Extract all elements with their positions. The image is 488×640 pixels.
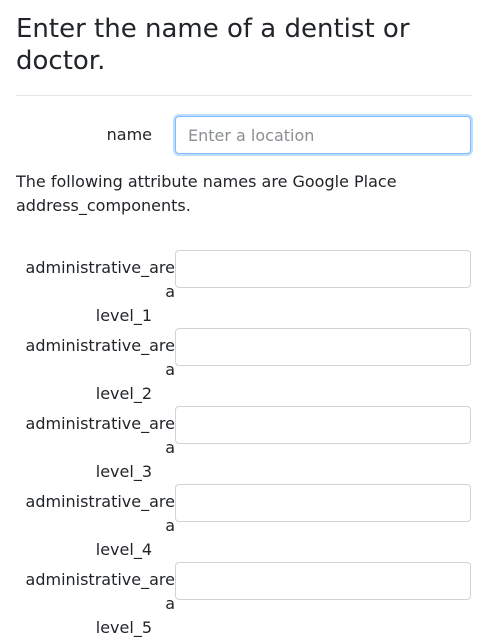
administrative-area-level-5-input[interactable] <box>175 562 471 600</box>
address-row-level-2: administrative_area level_2 <box>16 328 472 403</box>
address-label-part: administrative_area <box>25 414 175 457</box>
address-label-level-5: administrative_area level_5 <box>16 568 175 640</box>
address-label-level-1: administrative_area level_1 <box>16 256 175 328</box>
address-label-part: level_4 <box>95 540 152 559</box>
address-label-part: level_3 <box>95 462 152 481</box>
name-label: name <box>106 125 152 144</box>
administrative-area-level-1-input[interactable] <box>175 250 471 288</box>
address-label-level-2: administrative_area level_2 <box>16 334 175 406</box>
address-label-part: administrative_area <box>25 492 175 535</box>
administrative-area-level-3-input[interactable] <box>175 406 471 444</box>
page-title: Enter the name of a dentist or doctor. <box>16 14 410 76</box>
name-row: name <box>16 116 472 154</box>
address-label-part: administrative_area <box>25 570 175 613</box>
address-label-level-3: administrative_area level_3 <box>16 412 175 484</box>
address-label-part: level_5 <box>95 618 152 637</box>
address-label-level-4: administrative_area level_4 <box>16 490 175 562</box>
address-label-part: administrative_area <box>25 336 175 379</box>
address-row-level-3: administrative_area level_3 <box>16 406 472 481</box>
administrative-area-level-2-input[interactable] <box>175 328 471 366</box>
administrative-area-level-4-input[interactable] <box>175 484 471 522</box>
address-label-part: level_1 <box>95 306 152 325</box>
address-label-part: administrative_area <box>25 258 175 301</box>
address-row-level-5: administrative_area level_5 <box>16 562 472 637</box>
name-input[interactable] <box>175 116 471 154</box>
address-components-note: The following attribute names are Google… <box>16 172 397 215</box>
address-row-level-4: administrative_area level_4 <box>16 484 472 559</box>
address-label-part: level_2 <box>95 384 152 403</box>
address-row-level-1: administrative_area level_1 <box>16 250 472 325</box>
divider <box>16 95 472 96</box>
